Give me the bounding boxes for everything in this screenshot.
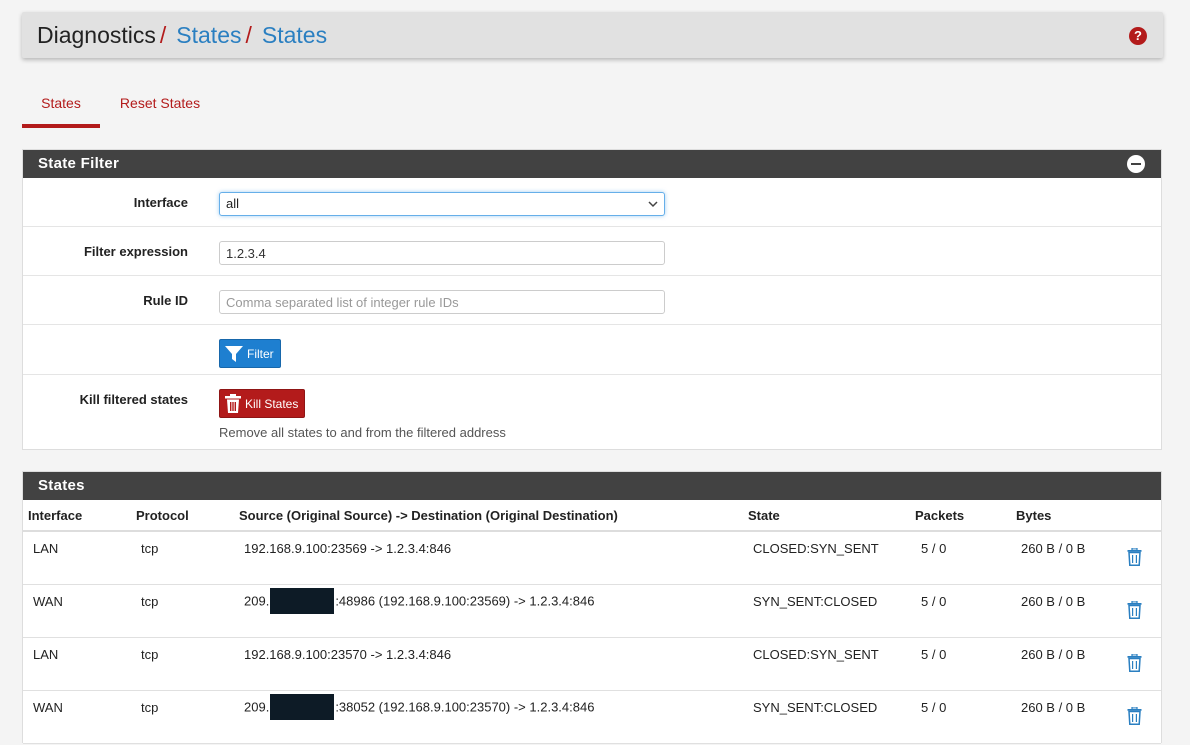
row-bytes: 260 B / 0 B: [1021, 594, 1086, 609]
table-row: LAN tcp 192.168.9.100:23570 -> 1.2.3.4:8…: [23, 638, 1161, 691]
row-source-destination: 209. :38052 (192.168.9.100:23570) -> 1.2.…: [244, 694, 595, 721]
trash-icon: [225, 393, 241, 413]
table-row: LAN tcp 192.168.9.100:23569 -> 1.2.3.4:8…: [23, 532, 1161, 585]
breadcrumb-link-states[interactable]: States: [176, 22, 241, 48]
kill-states-row: Kill filtered states Kill States Remove …: [23, 375, 1161, 450]
row-bytes: 260 B / 0 B: [1021, 647, 1086, 662]
states-table-body: LAN tcp 192.168.9.100:23569 -> 1.2.3.4:8…: [23, 532, 1161, 744]
kill-filtered-states-label: Kill filtered states: [79, 392, 188, 407]
filter-expression-input[interactable]: [219, 241, 665, 265]
column-header-bytes[interactable]: Bytes: [1016, 508, 1051, 523]
row-source-destination: 192.168.9.100:23570 -> 1.2.3.4:846: [244, 647, 451, 662]
row-source-prefix: 209.: [244, 699, 270, 715]
rule-id-input[interactable]: [219, 290, 665, 314]
state-filter-title: State Filter: [38, 155, 120, 172]
breadcrumb: Diagnostics / States / States: [37, 22, 327, 48]
filter-button[interactable]: Filter: [219, 339, 281, 368]
rule-id-label: Rule ID: [143, 293, 188, 308]
row-interface: LAN: [33, 541, 59, 556]
redacted-address: [270, 694, 335, 720]
chevron-down-icon: [648, 193, 658, 215]
row-packets: 5 / 0: [921, 594, 947, 609]
row-source-suffix: :38052 (192.168.9.100:23570) -> 1.2.3.4:…: [335, 699, 595, 715]
kill-states-button[interactable]: Kill States: [219, 389, 306, 418]
trash-icon[interactable]: [1127, 654, 1142, 672]
interface-label: Interface: [133, 195, 188, 210]
column-header-protocol[interactable]: Protocol: [136, 508, 189, 523]
redacted-address: [270, 588, 335, 614]
row-protocol: tcp: [141, 594, 159, 609]
filter-expression-label: Filter expression: [83, 244, 188, 259]
row-protocol: tcp: [141, 647, 159, 662]
filter-icon: [225, 345, 243, 362]
row-interface: WAN: [33, 700, 63, 715]
kill-states-help: Remove all states to and from the filter…: [219, 425, 506, 440]
breadcrumb-root: Diagnostics: [37, 22, 156, 48]
column-header-interface[interactable]: Interface: [28, 508, 82, 523]
breadcrumb-separator: /: [159, 22, 167, 48]
interface-select[interactable]: all: [219, 192, 665, 216]
table-row: WAN tcp 209. :48986 (192.168.9.100:23569)…: [23, 585, 1161, 638]
row-packets: 5 / 0: [921, 647, 947, 662]
states-title: States: [38, 477, 85, 494]
row-bytes: 260 B / 0 B: [1021, 700, 1086, 715]
filter-button-row: Filter: [23, 325, 1161, 375]
row-bytes: 260 B / 0 B: [1021, 541, 1086, 556]
row-protocol: tcp: [141, 700, 159, 715]
collapse-icon[interactable]: [1127, 155, 1145, 173]
table-row: WAN tcp 209. :38052 (192.168.9.100:23570)…: [23, 691, 1161, 744]
row-packets: 5 / 0: [921, 541, 947, 556]
rule-id-row: Rule ID: [23, 276, 1161, 325]
interface-row: Interface all: [23, 178, 1161, 227]
breadcrumb-separator: /: [245, 22, 252, 48]
states-panel: States Interface Protocol Source (Origin…: [22, 471, 1162, 744]
row-source-destination: 192.168.9.100:23569 -> 1.2.3.4:846: [244, 541, 451, 556]
row-state: SYN_SENT:CLOSED: [753, 594, 878, 609]
filter-button-label: Filter: [247, 347, 274, 361]
tab-reset-states[interactable]: Reset States: [118, 88, 202, 128]
states-heading: States: [23, 472, 1161, 500]
interface-select-value: all: [226, 196, 240, 211]
filter-expression-row: Filter expression: [23, 227, 1161, 276]
column-header-packets[interactable]: Packets: [915, 508, 964, 523]
trash-icon[interactable]: [1127, 601, 1142, 619]
column-header-state[interactable]: State: [748, 508, 780, 523]
breadcrumb-link-states-current[interactable]: States: [262, 22, 327, 48]
row-source-prefix: 209.: [244, 593, 270, 609]
state-filter-panel: State Filter Interface all Filter expres…: [22, 149, 1162, 450]
states-table-header: Interface Protocol Source (Original Sour…: [23, 500, 1161, 532]
row-source-text: 192.168.9.100:23569 -> 1.2.3.4:846: [244, 541, 452, 556]
row-protocol: tcp: [141, 541, 159, 556]
page-header: Diagnostics / States / States ?: [22, 12, 1163, 58]
row-state: CLOSED:SYN_SENT: [753, 647, 879, 662]
help-icon[interactable]: ?: [1129, 27, 1147, 45]
row-packets: 5 / 0: [921, 700, 947, 715]
row-source-text: 192.168.9.100:23570 -> 1.2.3.4:846: [244, 647, 452, 662]
kill-states-button-label: Kill States: [245, 397, 299, 411]
row-state: SYN_SENT:CLOSED: [753, 700, 878, 715]
row-source-destination: 209. :48986 (192.168.9.100:23569) -> 1.2.…: [244, 588, 595, 615]
trash-icon[interactable]: [1127, 707, 1142, 725]
row-state: CLOSED:SYN_SENT: [753, 541, 879, 556]
row-interface: WAN: [33, 594, 63, 609]
tab-states[interactable]: States: [22, 88, 100, 128]
row-interface: LAN: [33, 647, 59, 662]
row-source-suffix: :48986 (192.168.9.100:23569) -> 1.2.3.4:…: [335, 593, 595, 609]
trash-icon[interactable]: [1127, 548, 1142, 566]
state-filter-heading: State Filter: [23, 150, 1161, 178]
column-header-source-destination[interactable]: Source (Original Source) -> Destination …: [239, 508, 618, 523]
